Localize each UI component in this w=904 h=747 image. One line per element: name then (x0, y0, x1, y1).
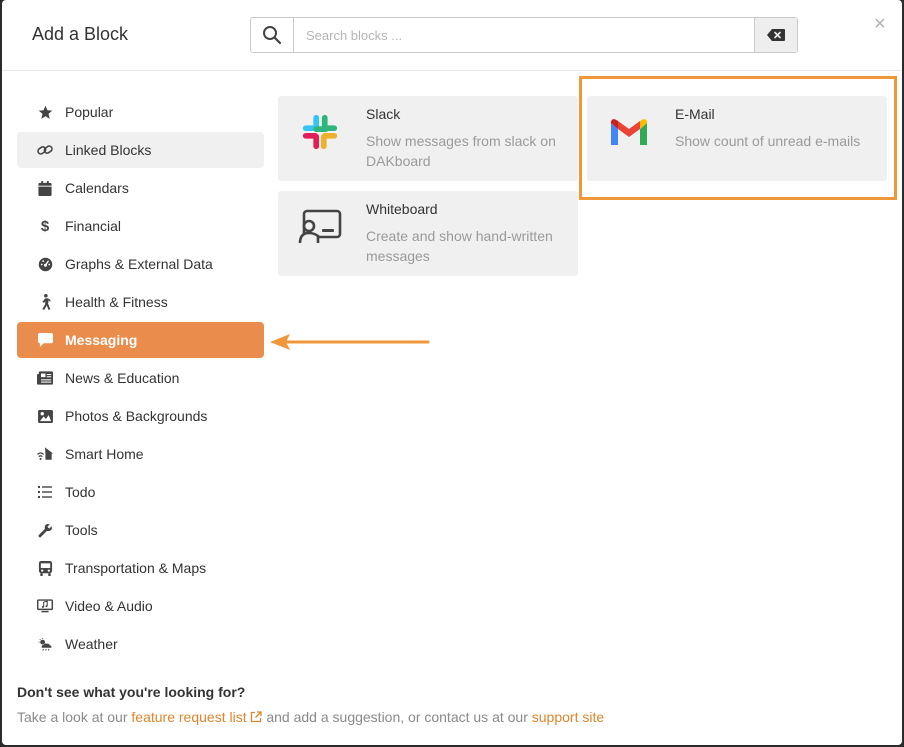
sidebar-item-label: Calendars (65, 180, 129, 196)
sidebar-item-label: Video & Audio (65, 598, 153, 614)
sidebar-item-label: News & Education (65, 370, 180, 386)
footer-text-part: Take a look at our (17, 709, 132, 725)
whiteboard-icon (298, 205, 342, 249)
footer-text-part: and add a suggestion, or contact us at o… (262, 709, 532, 725)
dollar-icon: $ (40, 217, 50, 235)
footer-question: Don't see what you're looking for? (17, 684, 246, 700)
clear-search-button[interactable] (754, 18, 797, 52)
sidebar-item-label: Photos & Backgrounds (65, 408, 208, 424)
walking-icon (37, 294, 53, 310)
block-title: Whiteboard (366, 201, 438, 217)
sidebar-item-label: Graphs & External Data (65, 256, 213, 272)
modal-footer: Don't see what you're looking for? Take … (17, 684, 887, 725)
search-input[interactable] (294, 18, 756, 52)
search-box (250, 17, 798, 53)
sidebar-item-financial[interactable]: $ Financial (17, 208, 264, 244)
add-block-modal: Add a Block × Popular Linked Blocks Cale… (2, 0, 902, 745)
sidebar-item-smart-home[interactable]: Smart Home (17, 436, 264, 472)
block-title: Slack (366, 106, 401, 122)
sidebar-item-label: Smart Home (65, 446, 144, 462)
sidebar-item-label: Linked Blocks (65, 142, 152, 158)
modal-title: Add a Block (32, 24, 129, 44)
sidebar-item-todo[interactable]: Todo (17, 474, 264, 510)
image-icon (37, 408, 53, 424)
sidebar-item-video-audio[interactable]: Video & Audio (17, 588, 264, 624)
sidebar-item-transportation-maps[interactable]: Transportation & Maps (17, 550, 264, 586)
sidebar-item-label: Messaging (65, 332, 138, 348)
arrow-annotation-icon (270, 334, 430, 350)
sidebar-item-health-fitness[interactable]: Health & Fitness (17, 284, 264, 320)
slack-logo-icon (298, 110, 342, 154)
sidebar-item-label: Weather (65, 636, 118, 652)
video-audio-icon (37, 598, 53, 614)
sidebar-item-label: Todo (65, 484, 96, 500)
newspaper-icon (37, 370, 53, 386)
modal-header: Add a Block × (2, 0, 902, 71)
sidebar-item-graphs-external-data[interactable]: Graphs & External Data (17, 246, 264, 282)
email-highlight-box (579, 76, 897, 200)
category-sidebar: Popular Linked Blocks Calendars $ Financ… (17, 94, 264, 664)
link-icon (37, 142, 53, 158)
sidebar-item-weather[interactable]: Weather (17, 626, 264, 662)
support-site-link[interactable]: support site (532, 709, 604, 725)
sidebar-item-popular[interactable]: Popular (17, 94, 264, 130)
search-button[interactable] (251, 18, 294, 52)
sidebar-item-linked-blocks[interactable]: Linked Blocks (17, 132, 264, 168)
wrench-icon (37, 522, 53, 538)
bus-icon (37, 560, 53, 576)
footer-text: Take a look at our feature request list … (17, 709, 887, 725)
sidebar-item-label: Popular (65, 104, 114, 120)
search-icon (263, 26, 282, 45)
sidebar-item-calendars[interactable]: Calendars (17, 170, 264, 206)
list-icon (37, 484, 53, 500)
block-card-whiteboard[interactable]: Whiteboard Create and show hand-written … (278, 191, 578, 276)
block-description: Show messages from slack on DAKboard (366, 133, 556, 169)
sidebar-item-label: Transportation & Maps (65, 560, 207, 576)
weather-icon (37, 636, 53, 652)
sidebar-item-messaging[interactable]: Messaging (17, 322, 264, 358)
sidebar-item-label: Health & Fitness (65, 294, 168, 310)
star-icon (37, 104, 53, 120)
sidebar-item-label: Tools (65, 522, 98, 538)
sidebar-item-tools[interactable]: Tools (17, 512, 264, 548)
sidebar-item-label: Financial (65, 218, 122, 234)
backspace-icon (767, 29, 785, 41)
smart-home-icon (37, 446, 53, 462)
external-link-icon (251, 711, 263, 723)
calendar-icon (37, 180, 53, 196)
sidebar-item-news-education[interactable]: News & Education (17, 360, 264, 396)
feature-request-link[interactable]: feature request list (131, 709, 246, 725)
close-icon[interactable]: × (874, 14, 886, 34)
block-description: Create and show hand-written messages (366, 228, 553, 264)
block-card-slack[interactable]: Slack Show messages from slack on DAKboa… (278, 96, 578, 181)
comment-icon (37, 332, 53, 348)
sidebar-item-photos-backgrounds[interactable]: Photos & Backgrounds (17, 398, 264, 434)
dashboard-icon (37, 256, 53, 272)
